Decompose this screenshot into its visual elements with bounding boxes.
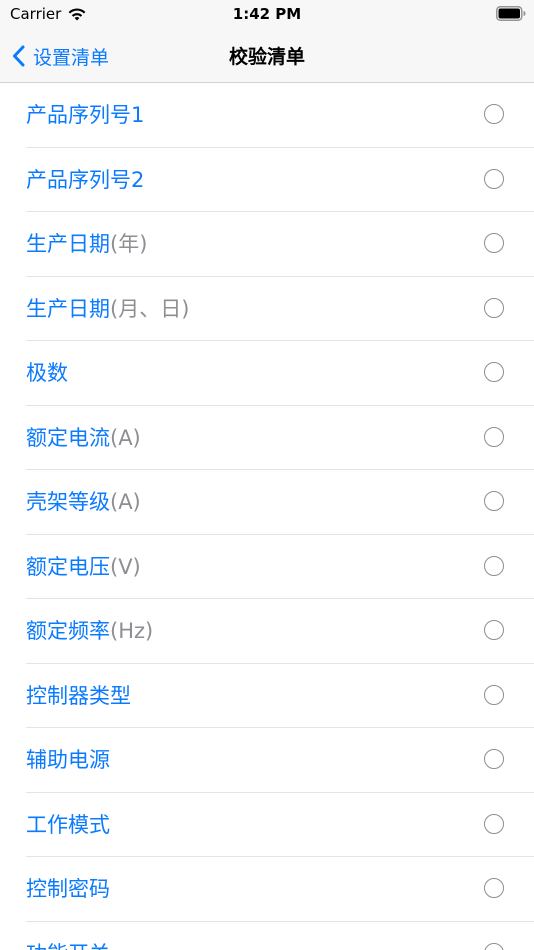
navigation-bar: 设置清单 校验清单 <box>0 30 534 83</box>
item-label: 工作模式 <box>26 811 110 839</box>
item-label: 控制器类型 <box>26 682 131 710</box>
radio-circle-icon[interactable] <box>484 168 504 189</box>
item-unit: (Hz) <box>110 619 154 643</box>
radio-circle-icon[interactable] <box>484 104 504 124</box>
radio-circle-icon[interactable] <box>484 813 504 834</box>
list-item[interactable]: 生产日期(年) <box>0 212 534 277</box>
item-name: 额定电压 <box>26 554 110 579</box>
radio-circle-icon[interactable] <box>484 620 504 640</box>
item-name: 生产日期 <box>26 296 110 321</box>
item-label: 生产日期(年) <box>26 230 147 258</box>
radio-circle-icon[interactable] <box>484 362 504 382</box>
item-label: 控制密码 <box>26 875 110 903</box>
item-label: 产品序列号1 <box>26 101 144 129</box>
item-label: 额定频率(Hz) <box>26 617 153 645</box>
item-name: 产品序列号1 <box>26 103 145 127</box>
status-time: 1:42 PM <box>232 5 302 23</box>
list-item[interactable]: 壳架等级(A) <box>0 470 534 535</box>
item-name: 极数 <box>26 361 68 385</box>
item-label: 功能开关 <box>26 940 110 950</box>
item-name: 生产日期 <box>26 232 110 256</box>
battery-icon <box>496 6 526 21</box>
list-item[interactable]: 控制密码 <box>0 857 534 922</box>
list-item[interactable]: 额定电压(V) <box>0 535 534 599</box>
item-label: 极数 <box>26 359 68 387</box>
item-unit: (A) <box>110 490 141 514</box>
list-item[interactable]: 辅助电源 <box>0 728 534 793</box>
item-unit: (A) <box>110 425 141 450</box>
item-unit: (月、日) <box>110 296 190 321</box>
item-name: 工作模式 <box>26 812 110 837</box>
list-item[interactable]: 功能开关 <box>0 922 534 950</box>
list-item[interactable]: 极数 <box>0 341 534 406</box>
item-name: 额定电流 <box>26 425 110 450</box>
item-name: 辅助电源 <box>26 748 110 772</box>
item-name: 控制密码 <box>26 877 110 901</box>
item-name: 控制器类型 <box>26 683 131 708</box>
item-label: 额定电流(A) <box>26 424 141 452</box>
list-item[interactable]: 额定频率(Hz) <box>0 599 534 664</box>
radio-circle-icon[interactable] <box>484 555 504 576</box>
item-label: 产品序列号2 <box>26 166 144 194</box>
radio-circle-icon[interactable] <box>484 942 504 950</box>
radio-circle-icon[interactable] <box>484 684 504 705</box>
item-label: 壳架等级(A) <box>26 488 141 516</box>
radio-circle-icon[interactable] <box>484 491 504 511</box>
list-item[interactable]: 工作模式 <box>0 793 534 857</box>
radio-circle-icon[interactable] <box>484 878 504 898</box>
radio-circle-icon[interactable] <box>484 749 504 769</box>
item-name: 产品序列号2 <box>26 167 145 192</box>
list-item[interactable]: 产品序列号1 <box>0 83 534 148</box>
screen: Carrier 1:42 PM 设置清单 校验清单 产品序列号1 产品序列号2 … <box>0 0 534 950</box>
list-item[interactable]: 控制器类型 <box>0 664 534 728</box>
item-label: 额定电压(V) <box>26 553 141 581</box>
item-label: 生产日期(月、日) <box>26 295 189 323</box>
item-unit: (年) <box>110 232 148 256</box>
status-bar: Carrier 1:42 PM <box>0 0 534 30</box>
list-item[interactable]: 额定电流(A) <box>0 406 534 470</box>
item-name: 功能开关 <box>26 942 110 950</box>
item-unit: (V) <box>110 554 141 579</box>
radio-circle-icon[interactable] <box>484 233 504 253</box>
radio-circle-icon[interactable] <box>484 297 504 318</box>
list-item[interactable]: 产品序列号2 <box>0 148 534 212</box>
item-label: 辅助电源 <box>26 746 110 774</box>
list-item[interactable]: 生产日期(月、日) <box>0 277 534 341</box>
radio-circle-icon[interactable] <box>484 426 504 447</box>
item-name: 额定频率 <box>26 619 110 643</box>
item-name: 壳架等级 <box>26 490 110 514</box>
checklist: 产品序列号1 产品序列号2 生产日期(年) 生产日期(月、日) 极数 额定电流(… <box>0 83 534 950</box>
page-title: 校验清单 <box>228 46 305 68</box>
